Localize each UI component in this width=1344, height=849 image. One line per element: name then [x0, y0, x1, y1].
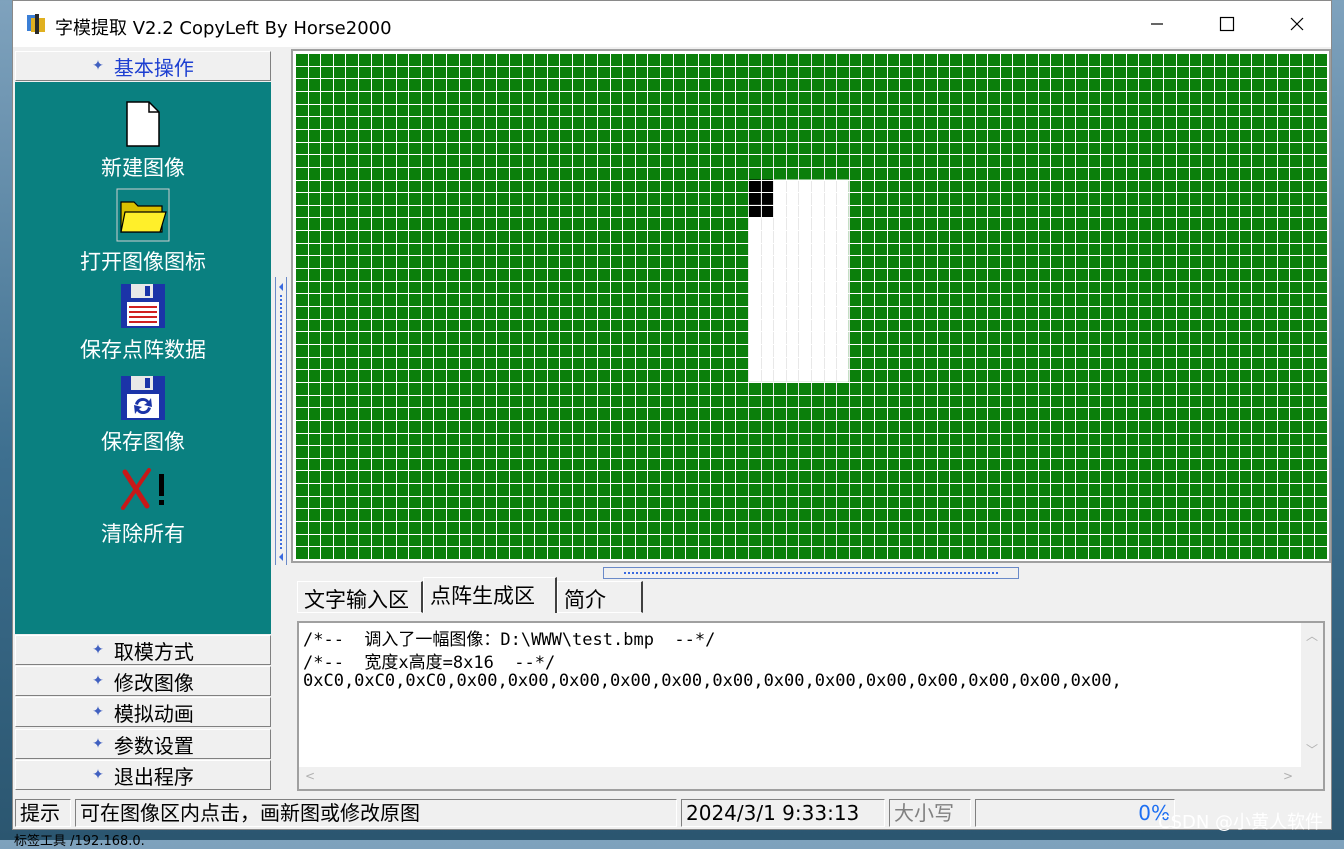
diamond-icon: ✦: [92, 767, 104, 783]
tab-text-input[interactable]: 文字输入区: [297, 581, 423, 613]
scroll-up-icon[interactable]: ︿: [1306, 627, 1318, 644]
new-file-icon: [126, 101, 160, 147]
nav-section-exit[interactable]: ✦ 退出程序: [15, 760, 271, 790]
tool-label: 保存图像: [101, 430, 185, 454]
nav-section-mode[interactable]: ✦ 取模方式: [15, 635, 271, 665]
diamond-icon: ✦: [92, 673, 104, 689]
scroll-right-icon[interactable]: >: [1283, 769, 1293, 783]
tool-panel: 新建图像 打开图像图标 保存点阵数据 保存图像 清除所有: [15, 82, 271, 634]
pixel-canvas[interactable]: [291, 49, 1331, 563]
output-line: /*-- 宽度x高度=8x16 --*/: [303, 653, 556, 673]
diamond-icon: ✦: [92, 736, 104, 752]
nav-section-edit-image[interactable]: ✦ 修改图像: [15, 666, 271, 696]
scroll-left-icon[interactable]: <: [305, 769, 315, 783]
black-pixel[interactable]: [748, 204, 761, 218]
tool-label: 保存点阵数据: [80, 338, 206, 362]
black-pixel[interactable]: [760, 179, 774, 193]
nav-section-animation[interactable]: ✦ 模拟动画: [15, 697, 271, 727]
black-pixel[interactable]: [760, 204, 774, 218]
diamond-icon: ✦: [92, 704, 104, 720]
nav-section-label: 基本操作: [113, 55, 194, 80]
maximize-button[interactable]: [1193, 1, 1261, 47]
save-image-floppy-icon: [121, 376, 165, 420]
minimize-button[interactable]: [1123, 1, 1191, 47]
black-pixel[interactable]: [748, 179, 761, 193]
horizontal-splitter[interactable]: [603, 567, 1019, 579]
close-icon: [1290, 17, 1304, 31]
status-progress: 0%: [975, 799, 1175, 827]
output-line: 0xC0,0xC0,0xC0,0x00,0x00,0x00,0x00,0x00,…: [303, 671, 1122, 691]
minimize-icon: [1151, 23, 1163, 25]
horizontal-scrollbar[interactable]: < >: [299, 767, 1303, 789]
status-hint-label: 提示: [15, 799, 71, 827]
sidebar: ✦ 基本操作 新建图像 打开图像图标 保存点阵数据 保存图像 清除所有 ✦ 取模…: [15, 49, 273, 793]
open-image-button[interactable]: 打开图像图标: [15, 188, 271, 276]
save-data-floppy-icon: [121, 284, 165, 328]
window-title: 字模提取 V2.2 CopyLeft By Horse2000: [55, 18, 392, 39]
diamond-icon: ✦: [92, 58, 104, 74]
splitter-handle: [275, 277, 287, 565]
tool-label: 新建图像: [101, 156, 185, 180]
close-button[interactable]: [1263, 1, 1331, 47]
app-icon: [27, 14, 45, 34]
nav-section-label: 修改图像: [113, 670, 194, 695]
scroll-corner: [1301, 767, 1323, 789]
status-datetime: 2024/3/1 9:33:13: [681, 799, 885, 827]
main-window: 字模提取 V2.2 CopyLeft By Horse2000 ✦ 基本操作 新…: [12, 0, 1332, 830]
output-textarea[interactable]: /*-- 调入了一幅图像：D:\WWW\test.bmp --*/ /*-- 宽…: [297, 621, 1325, 791]
black-pixel[interactable]: [760, 192, 774, 205]
tab-dot-matrix[interactable]: 点阵生成区: [423, 577, 557, 613]
diamond-icon: ✦: [92, 642, 104, 658]
tab-intro[interactable]: 简介: [557, 581, 643, 613]
nav-section-label: 取模方式: [113, 639, 194, 664]
nav-section-label: 退出程序: [113, 764, 194, 789]
clear-all-button[interactable]: 清除所有: [15, 466, 271, 548]
output-line: /*-- 调入了一幅图像：D:\WWW\test.bmp --*/: [303, 630, 716, 650]
scroll-down-icon[interactable]: ﹀: [1306, 741, 1318, 758]
maximize-icon: [1219, 16, 1235, 32]
status-bar: 提示 可在图像区内点击，画新图或修改原图 2024/3/1 9:33:13 大小…: [13, 797, 1331, 829]
status-hint-text: 可在图像区内点击，画新图或修改原图: [75, 799, 677, 827]
title-bar[interactable]: 字模提取 V2.2 CopyLeft By Horse2000: [13, 1, 1331, 47]
vertical-scrollbar[interactable]: ︿ ﹀: [1301, 623, 1323, 767]
save-dot-matrix-button[interactable]: 保存点阵数据: [15, 282, 271, 364]
nav-section-label: 模拟动画: [113, 701, 194, 726]
open-folder-icon: [116, 188, 170, 242]
tool-label: 打开图像图标: [80, 250, 206, 274]
nav-section-basic-ops[interactable]: ✦ 基本操作: [15, 51, 271, 81]
vertical-splitter[interactable]: [275, 49, 287, 793]
pixel-grid[interactable]: [295, 53, 1327, 559]
save-image-button[interactable]: 保存图像: [15, 374, 271, 456]
new-image-button[interactable]: 新建图像: [15, 100, 271, 182]
watermark-text: CSDN @小黄人软件: [1158, 812, 1324, 833]
nav-section-label: 参数设置: [113, 733, 194, 758]
nav-section-settings[interactable]: ✦ 参数设置: [15, 729, 271, 759]
status-caps: 大小写: [889, 799, 971, 827]
tool-label: 清除所有: [101, 522, 185, 546]
splitter-dots: [624, 572, 998, 574]
black-pixel[interactable]: [748, 192, 761, 205]
clear-all-icon: [121, 468, 164, 510]
